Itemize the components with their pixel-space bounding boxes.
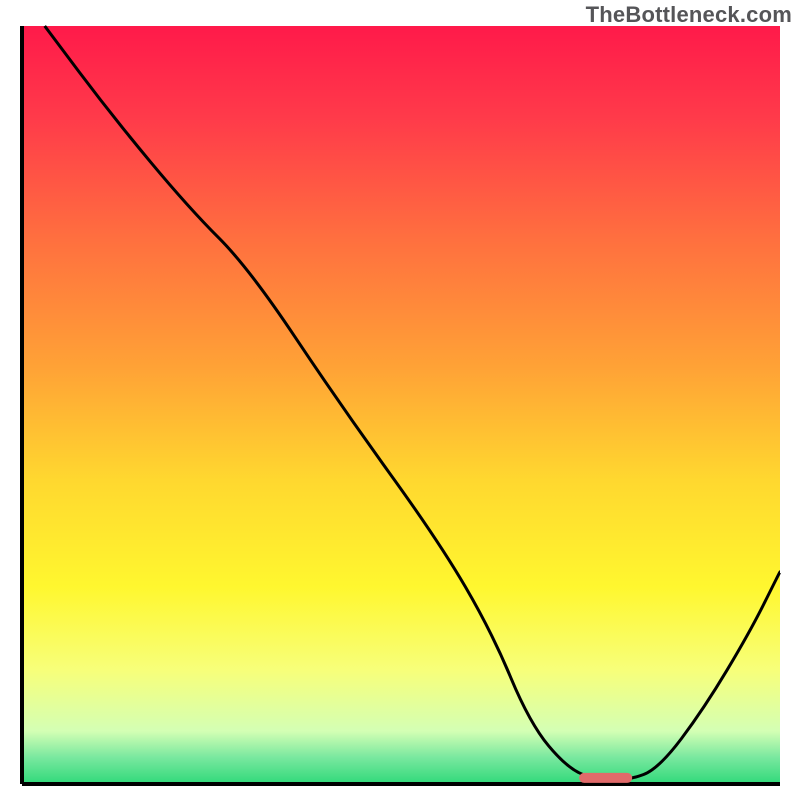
watermark-text: TheBottleneck.com	[586, 2, 792, 28]
plot-background	[22, 26, 780, 784]
optimal-range-marker	[579, 773, 632, 783]
chart-canvas	[0, 0, 800, 800]
bottleneck-chart: TheBottleneck.com	[0, 0, 800, 800]
